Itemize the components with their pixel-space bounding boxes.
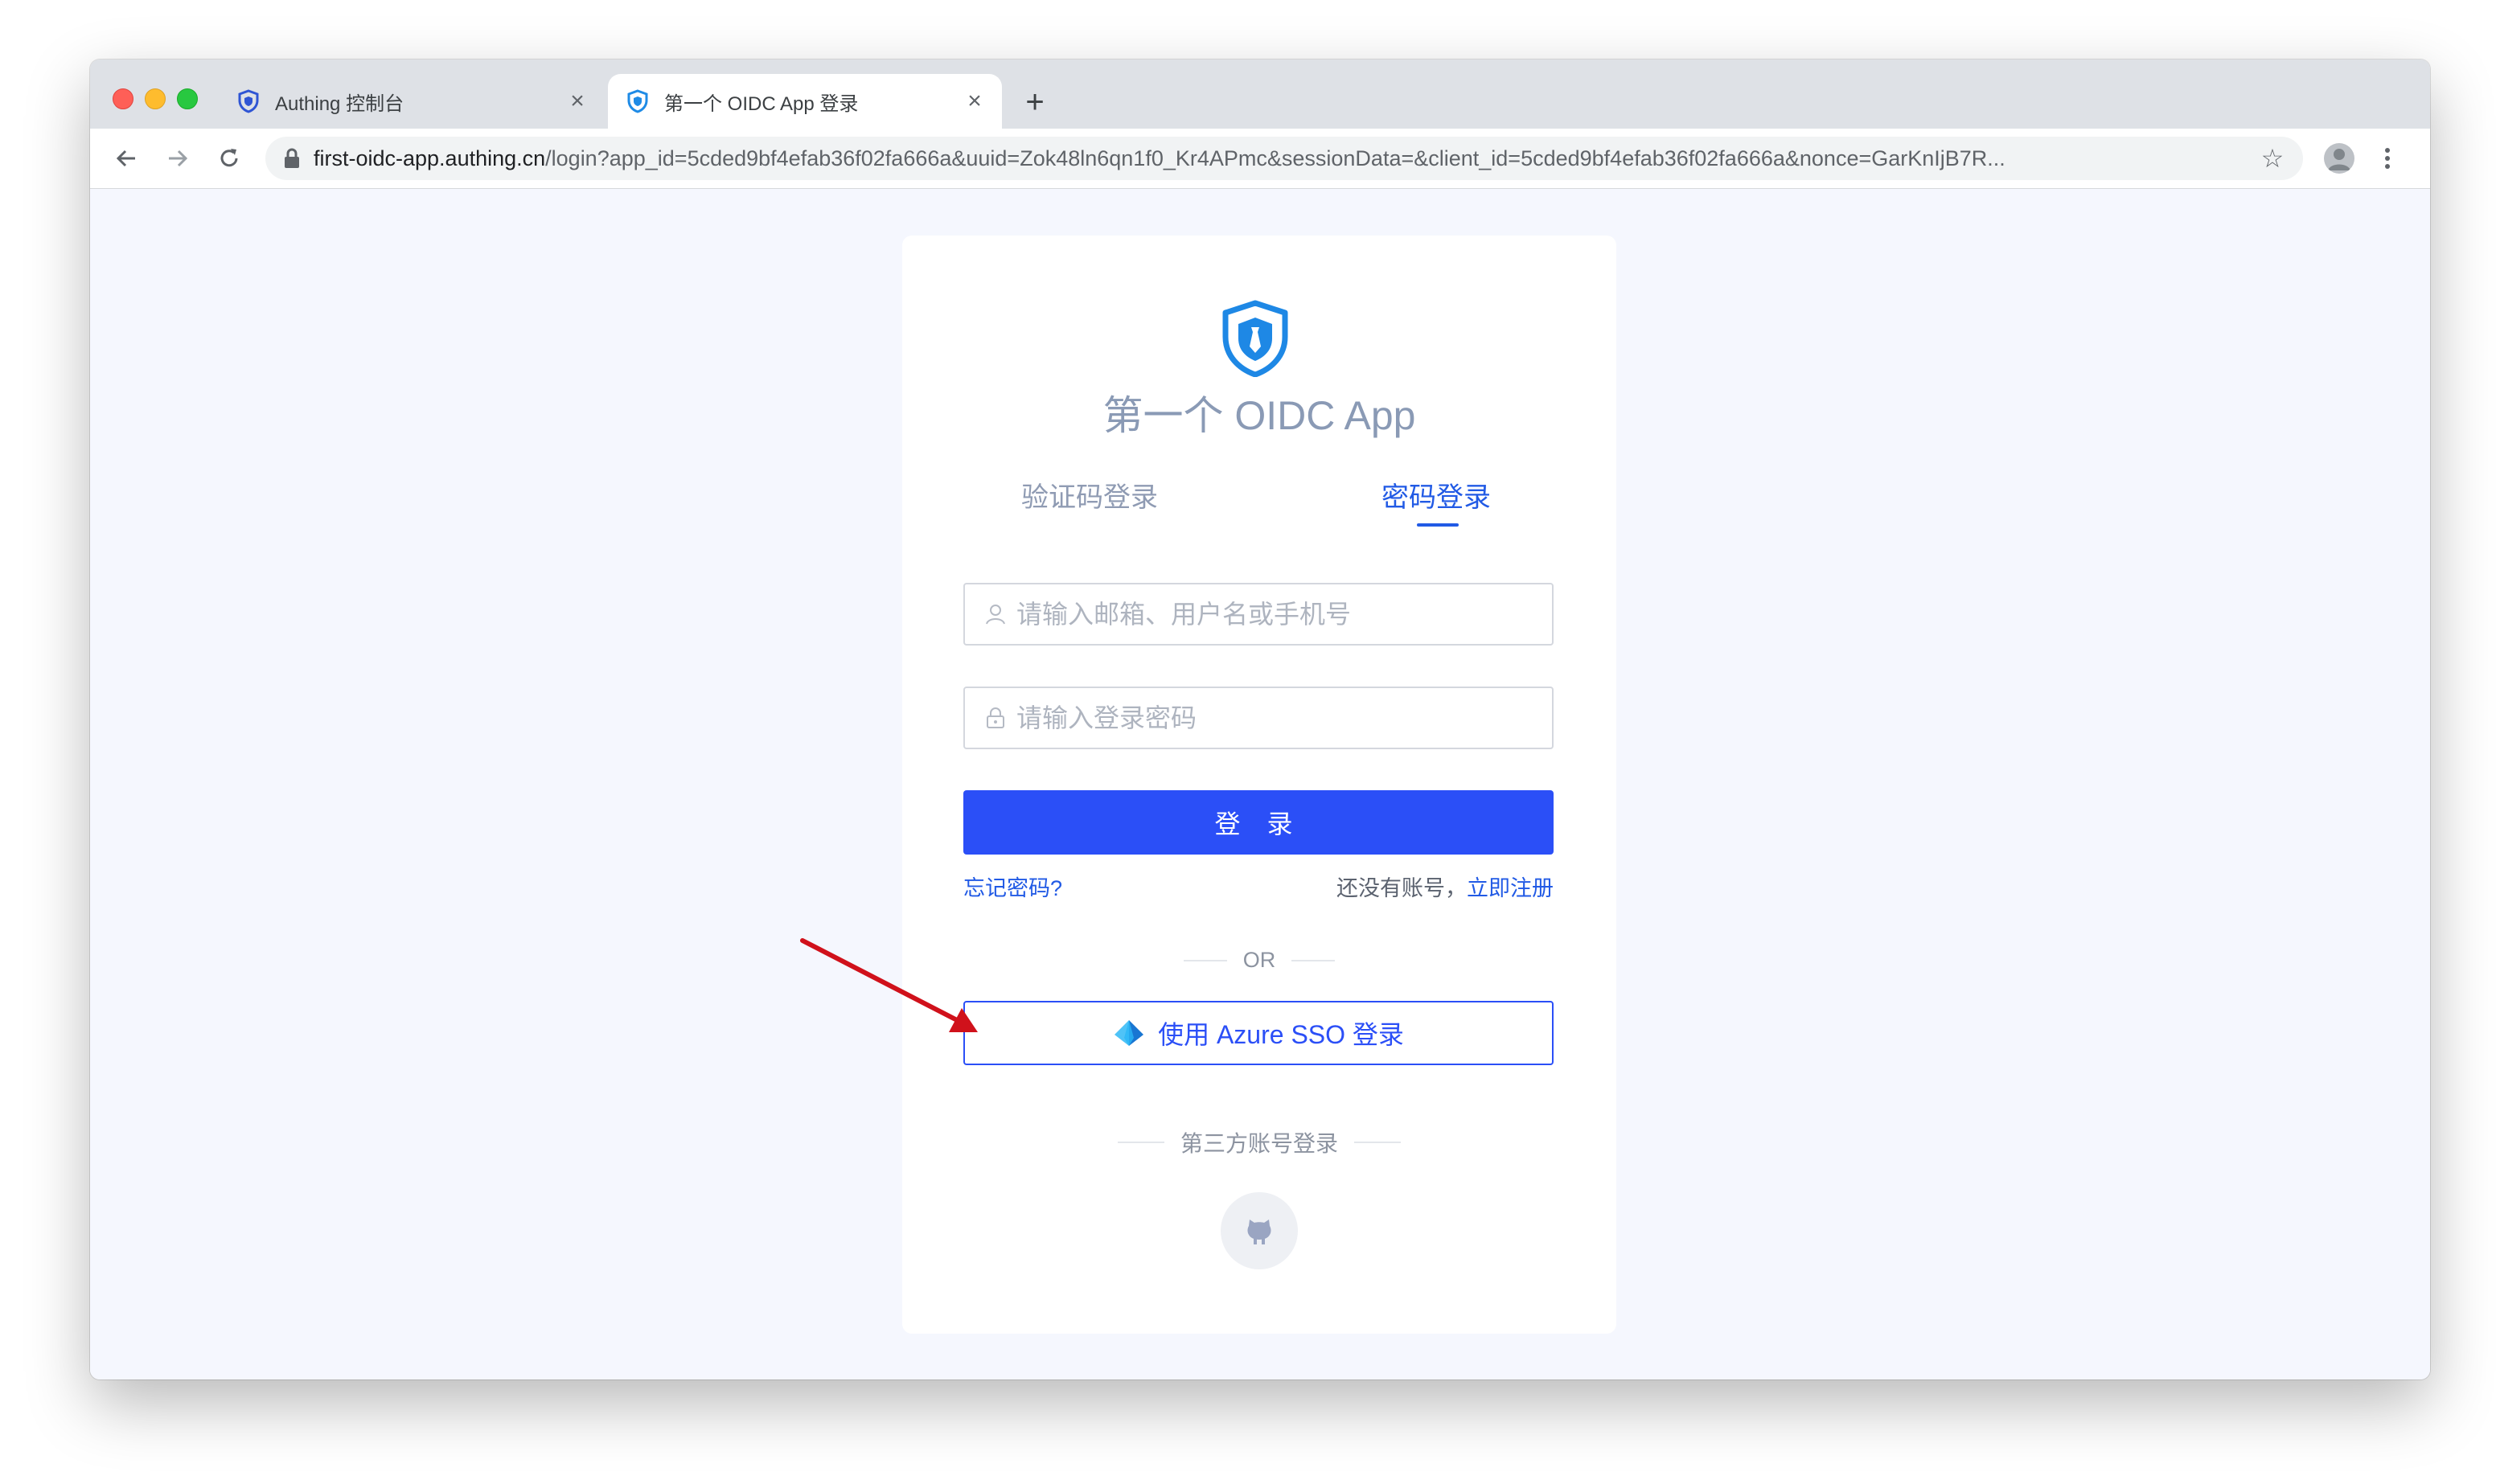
app-title: 第一个 OIDC App [1102, 393, 1416, 438]
url-host: first-oidc-app.authing.cn [314, 146, 546, 170]
no-account-text: 还没有账号， [1336, 876, 1467, 900]
minimize-window-button[interactable] [145, 88, 166, 109]
browser-tab-console[interactable]: Authing 控制台 × [219, 74, 605, 129]
username-field[interactable] [963, 583, 1554, 646]
bookmark-star-icon[interactable]: ☆ [2256, 142, 2289, 174]
divider-line [1354, 1142, 1401, 1143]
back-arrow-icon[interactable] [108, 140, 145, 177]
zoom-window-button[interactable] [177, 88, 198, 109]
page-content: 第一个 OIDC App 验证码登录 密码登录 请输入邮箱、用户名或手机号 登 … [90, 189, 2430, 1379]
lock-icon [283, 148, 301, 169]
active-tab-indicator [1417, 523, 1459, 527]
tab-title: 第一个 OIDC App 登录 [664, 92, 859, 115]
azure-icon [1113, 1019, 1145, 1047]
or-divider: OR [902, 948, 1616, 973]
tab-title: Authing 控制台 [275, 92, 404, 115]
tab-password-login[interactable]: 密码登录 [1381, 475, 1491, 514]
third-party-label: 第三方账号登录 [1180, 1131, 1338, 1156]
register-link[interactable]: 立即注册 [1467, 876, 1554, 900]
user-icon [984, 603, 1007, 625]
or-label: OR [1242, 948, 1276, 972]
close-icon[interactable]: × [561, 85, 593, 117]
annotation-arrow [800, 938, 978, 1032]
browser-toolbar: first-oidc-app.authing.cn /login?app_id=… [90, 129, 2430, 189]
tab-code-login[interactable]: 验证码登录 [1021, 475, 1158, 514]
login-card: 第一个 OIDC App 验证码登录 密码登录 请输入邮箱、用户名或手机号 登 … [902, 236, 1616, 1334]
authing-shield-icon [236, 89, 261, 113]
username-input[interactable] [1015, 598, 1533, 630]
github-login-button[interactable] [1221, 1192, 1298, 1269]
lock-icon [984, 707, 1007, 729]
login-submit-button[interactable]: 登 录 [963, 790, 1554, 855]
github-icon [1247, 1220, 1271, 1244]
register-row: 还没有账号，立即注册 [1336, 871, 1554, 902]
divider-line [1291, 959, 1336, 961]
profile-avatar-icon[interactable] [2324, 143, 2354, 174]
browser-tab-login[interactable]: 第一个 OIDC App 登录 × [608, 74, 1002, 129]
login-method-tabs: 验证码登录 密码登录 [902, 475, 1616, 531]
new-tab-button[interactable]: + [1016, 84, 1053, 121]
close-icon[interactable]: × [959, 85, 991, 117]
divider-line [1183, 959, 1227, 961]
url-path: /login?app_id=5cded9bf4efab36f02fa666a&u… [545, 146, 2005, 170]
password-field[interactable] [963, 687, 1554, 749]
authing-shield-icon [626, 89, 650, 113]
forward-arrow-icon[interactable] [159, 140, 196, 177]
app-shield-logo-icon [1221, 300, 1290, 378]
forgot-password-link[interactable]: 忘记密码? [963, 871, 1062, 902]
azure-sso-label: 使用 Azure SSO 登录 [1158, 1020, 1404, 1049]
divider-line [1117, 1142, 1164, 1143]
menu-kebab-icon[interactable] [2374, 140, 2401, 177]
third-party-divider: 第三方账号登录 [902, 1126, 1616, 1158]
reload-icon[interactable] [211, 140, 248, 177]
tab-strip: Authing 控制台 × 第一个 OIDC App 登录 × + [90, 59, 2430, 129]
browser-window: Authing 控制台 × 第一个 OIDC App 登录 × + first-… [90, 59, 2430, 1379]
azure-sso-button[interactable]: 使用 Azure SSO 登录 [963, 1001, 1554, 1065]
close-window-button[interactable] [113, 88, 133, 109]
password-input[interactable] [1015, 702, 1533, 734]
address-bar[interactable]: first-oidc-app.authing.cn /login?app_id=… [265, 137, 2303, 180]
